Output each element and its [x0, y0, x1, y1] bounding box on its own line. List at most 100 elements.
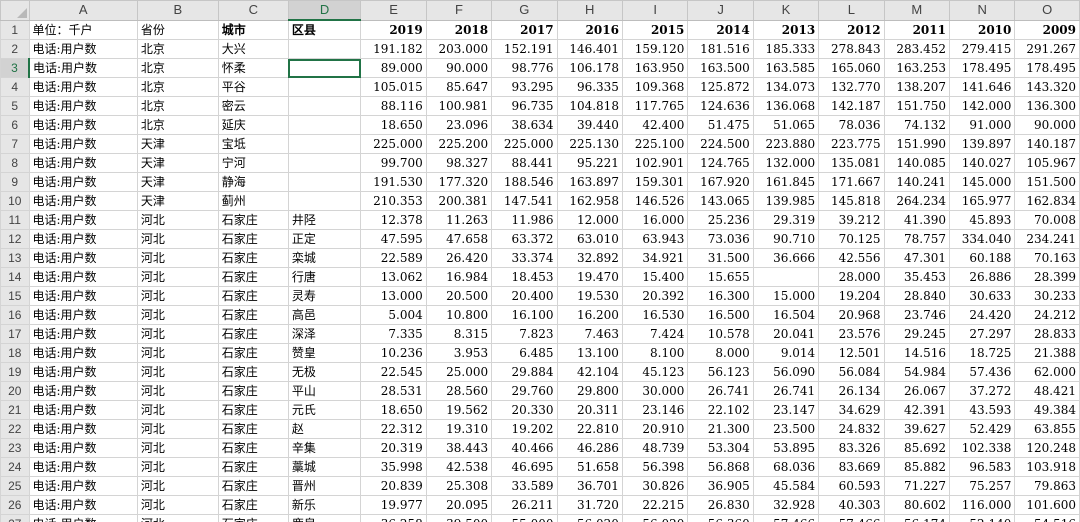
text-cell[interactable]: 赞皇	[287, 343, 362, 363]
value-cell[interactable]: 181.516	[687, 39, 754, 59]
text-cell[interactable]: 石家庄	[217, 229, 289, 249]
value-cell[interactable]: 140.187	[1014, 134, 1080, 154]
year-header-cell[interactable]: 2009	[1014, 19, 1080, 40]
row-number[interactable]: 1	[0, 19, 30, 40]
value-cell[interactable]: 140.027	[948, 153, 1016, 173]
value-cell[interactable]: 30.000	[621, 381, 689, 401]
value-cell[interactable]: 125.872	[687, 77, 754, 97]
value-cell[interactable]: 18.725	[948, 343, 1016, 363]
value-cell[interactable]: 13.000	[360, 286, 427, 306]
text-cell[interactable]: 石家庄	[217, 514, 289, 522]
row-number[interactable]: 20	[0, 381, 30, 401]
row-number[interactable]: 4	[0, 77, 30, 97]
value-cell[interactable]: 40.303	[818, 495, 885, 515]
value-cell[interactable]: 7.335	[360, 324, 427, 344]
value-cell[interactable]: 60.593	[818, 476, 885, 496]
value-cell[interactable]: 70.163	[1014, 248, 1080, 268]
value-cell[interactable]: 6.485	[491, 343, 558, 363]
value-cell[interactable]: 73.036	[687, 229, 754, 249]
value-cell[interactable]: 19.310	[425, 419, 493, 439]
value-cell[interactable]: 151.750	[883, 96, 950, 116]
value-cell[interactable]: 52.140	[948, 514, 1016, 522]
value-cell[interactable]: 146.526	[621, 191, 689, 211]
text-cell[interactable]: 石家庄	[217, 438, 289, 458]
value-cell[interactable]: 90.000	[1014, 115, 1080, 135]
row-number[interactable]: 7	[0, 134, 30, 154]
text-cell[interactable]: 电话:用户数	[28, 134, 138, 154]
text-cell[interactable]: 石家庄	[217, 381, 289, 401]
row-number[interactable]: 9	[0, 172, 30, 192]
value-cell[interactable]: 22.810	[556, 419, 623, 439]
value-cell[interactable]: 23.576	[818, 324, 885, 344]
row-number[interactable]: 13	[0, 248, 30, 268]
value-cell[interactable]: 8.100	[621, 343, 689, 363]
value-cell[interactable]: 80.602	[883, 495, 950, 515]
value-cell[interactable]: 8.315	[425, 324, 493, 344]
value-cell[interactable]: 83.326	[818, 438, 885, 458]
value-cell[interactable]: 163.950	[621, 58, 689, 78]
value-cell[interactable]: 223.880	[752, 134, 820, 154]
value-cell[interactable]: 12.501	[818, 343, 885, 363]
label-header-cell[interactable]: 城市	[217, 19, 289, 40]
text-cell[interactable]: 河北	[136, 400, 219, 420]
row-number[interactable]: 19	[0, 362, 30, 382]
value-cell[interactable]: 18.453	[491, 267, 558, 287]
column-header-k[interactable]: K	[752, 0, 820, 21]
value-cell[interactable]: 109.368	[621, 77, 689, 97]
text-cell[interactable]: 电话:用户数	[28, 305, 138, 325]
value-cell[interactable]: 48.421	[1014, 381, 1080, 401]
value-cell[interactable]: 14.516	[883, 343, 950, 363]
label-header-cell[interactable]: 区县	[287, 19, 362, 40]
text-cell[interactable]: 电话:用户数	[28, 58, 138, 78]
value-cell[interactable]: 57.466	[752, 514, 820, 522]
column-header-a[interactable]: A	[28, 0, 138, 21]
value-cell[interactable]: 102.338	[948, 438, 1016, 458]
value-cell[interactable]: 12.000	[556, 210, 623, 230]
value-cell[interactable]: 20.968	[818, 305, 885, 325]
value-cell[interactable]: 16.504	[752, 305, 820, 325]
text-cell[interactable]	[287, 96, 362, 116]
value-cell[interactable]: 57.436	[948, 362, 1016, 382]
value-cell[interactable]: 283.452	[883, 39, 950, 59]
value-cell[interactable]: 56.090	[752, 362, 820, 382]
row-number[interactable]: 26	[0, 495, 30, 515]
year-header-cell[interactable]: 2014	[687, 19, 754, 40]
value-cell[interactable]: 223.775	[818, 134, 885, 154]
year-header-cell[interactable]: 2010	[948, 19, 1016, 40]
value-cell[interactable]: 16.200	[556, 305, 623, 325]
text-cell[interactable]: 北京	[136, 96, 219, 116]
row-number[interactable]: 18	[0, 343, 30, 363]
value-cell[interactable]: 16.530	[621, 305, 689, 325]
text-cell[interactable]: 石家庄	[217, 400, 289, 420]
value-cell[interactable]: 8.000	[687, 343, 754, 363]
year-header-cell[interactable]: 2018	[425, 19, 493, 40]
text-cell[interactable]: 河北	[136, 267, 219, 287]
value-cell[interactable]: 120.248	[1014, 438, 1080, 458]
value-cell[interactable]: 93.295	[491, 77, 558, 97]
value-cell[interactable]: 21.388	[1014, 343, 1080, 363]
column-header-d[interactable]: D	[287, 0, 362, 21]
value-cell[interactable]: 16.500	[687, 305, 754, 325]
value-cell[interactable]: 225.100	[621, 134, 689, 154]
text-cell[interactable]: 天津	[136, 172, 219, 192]
text-cell[interactable]: 北京	[136, 39, 219, 59]
value-cell[interactable]: 43.593	[948, 400, 1016, 420]
row-number[interactable]: 5	[0, 96, 30, 116]
value-cell[interactable]: 47.658	[425, 229, 493, 249]
value-cell[interactable]: 177.320	[425, 172, 493, 192]
text-cell[interactable]: 电话:用户数	[28, 343, 138, 363]
value-cell[interactable]: 22.589	[360, 248, 427, 268]
text-cell[interactable]: 河北	[136, 476, 219, 496]
label-header-cell[interactable]: 单位：千户	[28, 19, 138, 40]
column-header-m[interactable]: M	[883, 0, 950, 21]
value-cell[interactable]: 20.910	[621, 419, 689, 439]
value-cell[interactable]: 88.116	[360, 96, 427, 116]
value-cell[interactable]: 83.669	[818, 457, 885, 477]
text-cell[interactable]: 藁城	[287, 457, 362, 477]
value-cell[interactable]: 20.500	[425, 286, 493, 306]
value-cell[interactable]: 28.840	[883, 286, 950, 306]
value-cell[interactable]: 30.633	[948, 286, 1016, 306]
text-cell[interactable]: 河北	[136, 324, 219, 344]
value-cell[interactable]: 203.000	[425, 39, 493, 59]
text-cell[interactable]: 静海	[217, 172, 289, 192]
